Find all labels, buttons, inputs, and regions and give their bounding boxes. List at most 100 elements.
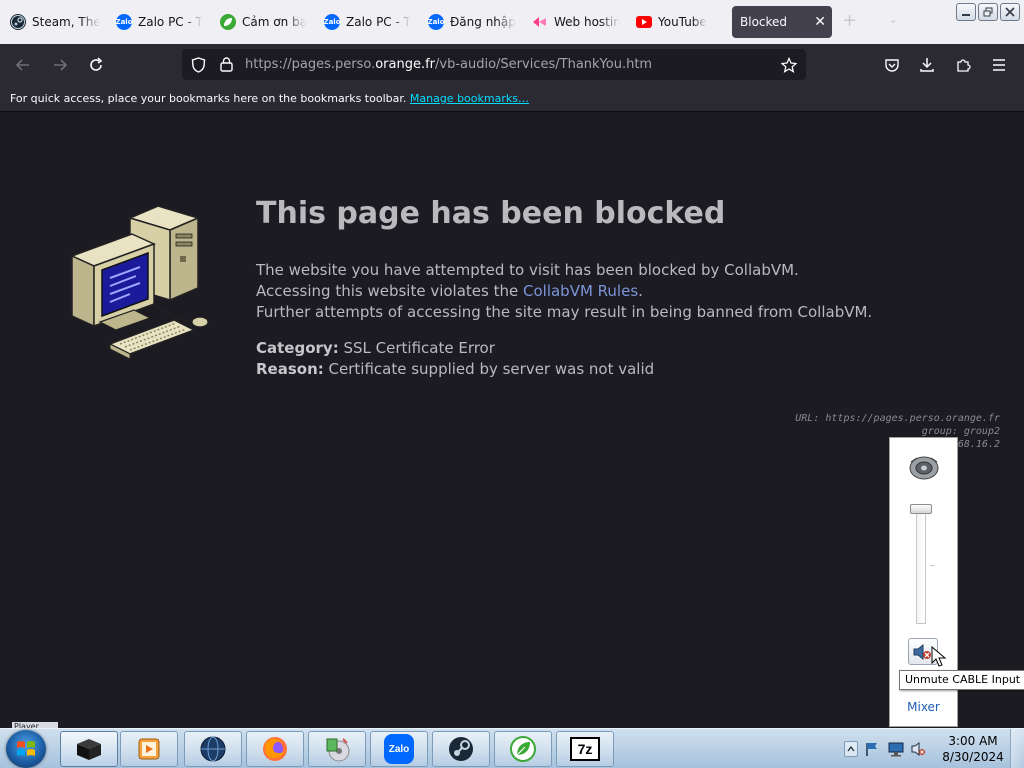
volume-slider-track[interactable] — [916, 506, 926, 624]
media-disc-icon — [326, 738, 350, 762]
volume-tray-icon[interactable] — [910, 741, 926, 757]
reason-value: Certificate supplied by server was not v… — [328, 360, 655, 378]
tab-web-hosting[interactable]: Web hostin — [526, 6, 626, 38]
url-prefix: https://pages.perso. — [245, 57, 376, 72]
reason-row: Reason: Certificate supplied by server w… — [256, 359, 654, 380]
tab-title: YouTube — [658, 15, 707, 29]
lock-icon[interactable] — [215, 54, 237, 76]
taskbar-app-zalo[interactable]: Zalo — [370, 731, 428, 767]
category-row: Category: SSL Certificate Error — [256, 338, 654, 359]
action-center-flag-icon[interactable] — [864, 741, 880, 757]
reason-label: Reason: — [256, 360, 324, 378]
unmute-tooltip: Unmute CABLE Input — [899, 670, 1024, 690]
page-content: This page has been blocked The website y… — [0, 112, 1024, 728]
tab-blocked[interactable]: Blocked ✕ — [732, 6, 832, 38]
shield-icon[interactable] — [187, 54, 209, 76]
start-button[interactable] — [6, 730, 46, 768]
tab-title: Zalo PC - T — [138, 15, 203, 29]
show-desktop-button[interactable] — [1010, 729, 1024, 768]
tab-zalo-1[interactable]: Zalo Zalo PC - T — [110, 6, 210, 38]
tab-title: Zalo PC - T — [346, 15, 411, 29]
menu-icon[interactable] — [988, 54, 1010, 76]
list-all-tabs-icon[interactable]: ⌄ — [888, 12, 898, 26]
mixer-link[interactable]: Mixer — [890, 700, 957, 714]
zalo-icon: Zalo — [428, 14, 445, 30]
back-icon[interactable] — [12, 54, 34, 76]
7zip-icon: 7z — [570, 737, 600, 761]
tab-title: Blocked — [740, 15, 788, 29]
tab-thanks[interactable]: Cảm ơn bạ — [214, 6, 312, 38]
url-path: /vb-audio/Services/ThankYou.htm — [435, 57, 653, 72]
bookmarks-toolbar: For quick access, place your bookmarks h… — [0, 86, 1024, 112]
reload-icon[interactable] — [85, 54, 107, 76]
close-icon[interactable]: ✕ — [800, 14, 826, 30]
taskbar-app-7zip[interactable]: 7z — [556, 731, 614, 767]
minimize-button[interactable] — [956, 3, 976, 21]
description-text: . — [638, 282, 643, 300]
extensions-icon[interactable] — [952, 54, 974, 76]
web-hosting-icon — [532, 14, 548, 30]
zalo-icon: Zalo — [116, 14, 133, 30]
computer-illustration — [70, 205, 209, 360]
forward-icon[interactable] — [49, 54, 71, 76]
debug-url: URL: https://pages.perso.orange.fr — [795, 412, 1000, 425]
taskbar-app-firefox[interactable] — [246, 731, 304, 767]
system-clock[interactable]: 3:00 AM 8/30/2024 — [940, 733, 1006, 765]
zalo-app-icon: Zalo — [384, 734, 414, 764]
tab-steam[interactable]: Steam, The — [4, 6, 106, 38]
pocket-icon[interactable] — [881, 54, 903, 76]
block-description: The website you have attempted to visit … — [256, 260, 872, 323]
category-label: Category: — [256, 339, 339, 357]
taskbar: Zalo 7z 3:00 AM 8/30/2024 — [0, 728, 1024, 768]
volume-tick — [930, 565, 935, 566]
tab-title: Cảm ơn bạ — [242, 15, 306, 29]
tab-youtube[interactable]: YouTube — [630, 6, 730, 38]
green-leaf-app-icon — [510, 736, 536, 762]
url-host: orange.fr — [375, 57, 436, 72]
volume-slider-thumb[interactable] — [910, 504, 932, 514]
black-box-icon — [77, 739, 101, 760]
debug-url-label: URL: — [795, 413, 820, 424]
url-bar[interactable]: https://pages.perso.orange.fr/vb-audio/S… — [182, 49, 806, 80]
zalo-icon: Zalo — [324, 14, 341, 30]
manage-bookmarks-link[interactable]: Manage bookmarks… — [410, 92, 529, 105]
steam-app-icon — [449, 737, 473, 761]
bookmark-star-icon[interactable] — [778, 54, 800, 76]
taskbar-app-media-player[interactable] — [120, 731, 178, 767]
tab-login[interactable]: Zalo Đăng nhập — [422, 6, 522, 38]
tab-strip: Steam, The Zalo Zalo PC - T Cảm ơn bạ Za… — [0, 0, 1024, 44]
taskbar-app-globe[interactable] — [184, 731, 242, 767]
system-tray — [838, 729, 940, 768]
taskbar-app-media-center[interactable] — [308, 731, 366, 767]
show-hidden-icons-icon[interactable] — [844, 741, 858, 757]
bookmarks-hint: For quick access, place your bookmarks h… — [10, 92, 407, 105]
description-line: The website you have attempted to visit … — [256, 261, 799, 279]
block-details: Category: SSL Certificate Error Reason: … — [256, 338, 654, 380]
restore-button[interactable] — [978, 3, 998, 21]
collabvm-rules-link[interactable]: CollabVM Rules — [523, 282, 638, 300]
speaker-device-icon[interactable] — [907, 450, 941, 484]
tab-zalo-2[interactable]: Zalo Zalo PC - T — [318, 6, 418, 38]
taskbar-app-steam[interactable] — [432, 731, 490, 767]
description-text: Accessing this website violates the — [256, 282, 523, 300]
taskbar-app-ccleaner[interactable] — [494, 731, 552, 767]
network-icon[interactable] — [888, 741, 904, 757]
firefox-icon — [263, 737, 287, 761]
taskbar-app-terminal[interactable] — [60, 731, 118, 767]
windows-logo-icon — [17, 741, 35, 756]
new-tab-icon[interactable]: + — [842, 10, 857, 31]
description-line: Accessing this website violates the Coll… — [256, 281, 872, 302]
clock-time: 3:00 AM — [948, 734, 998, 748]
zalo-app-label: Zalo — [388, 743, 410, 755]
mouse-pointer — [931, 646, 947, 667]
description-line: Further attempts of accessing the site m… — [256, 303, 873, 321]
debug-url-value: https://pages.perso.orange.fr — [825, 413, 1000, 424]
steam-icon — [10, 14, 26, 30]
url-text[interactable]: https://pages.perso.orange.fr/vb-audio/S… — [245, 57, 652, 72]
downloads-icon[interactable] — [916, 54, 938, 76]
close-window-button[interactable] — [1000, 3, 1020, 21]
clock-date: 8/30/2024 — [942, 750, 1004, 764]
media-player-icon — [138, 738, 160, 760]
leaf-icon — [220, 14, 236, 30]
category-value: SSL Certificate Error — [343, 339, 495, 357]
